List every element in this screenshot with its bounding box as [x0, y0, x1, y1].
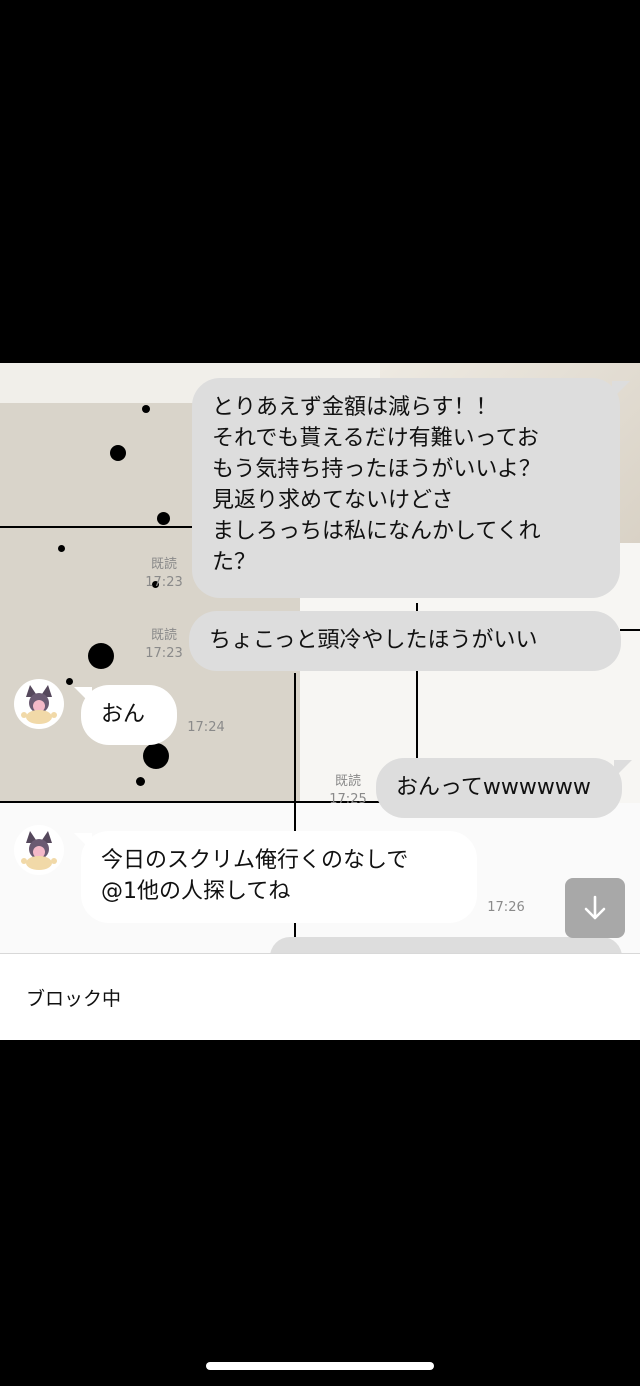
message-bubble-incoming[interactable]: おん: [81, 685, 177, 745]
avatar-icon: [15, 826, 63, 874]
timestamp: 17:26: [487, 900, 525, 915]
message-meta: 既読 17:25: [322, 773, 374, 809]
wallpaper-dot: [142, 405, 150, 413]
read-receipt: 既読: [150, 628, 177, 643]
message-bubble-outgoing[interactable]: おんってwwwwww: [376, 758, 622, 818]
message-bubble-outgoing[interactable]: ちょこっと頭冷やしたほうがいい: [189, 611, 621, 671]
message-bubble-incoming[interactable]: 今日のスクリム俺行くのなしで @1他の人探してね: [81, 831, 477, 923]
timestamp: 17:23: [145, 575, 183, 590]
wallpaper-line: [620, 629, 640, 631]
blocked-footer: ブロック中: [0, 953, 640, 1040]
character-avatar[interactable]: [14, 825, 64, 875]
arrow-down-icon: [584, 895, 606, 920]
avatar-icon: [15, 680, 63, 728]
chat-area[interactable]: 既読 17:23 とりあえず金額は減らす！！ それでも貰えるだけ有難いってお も…: [0, 363, 640, 953]
read-receipt: 既読: [150, 557, 177, 572]
timestamp: 17:24: [187, 720, 225, 735]
timestamp: 17:23: [145, 646, 183, 661]
blocked-label: ブロック中: [26, 988, 122, 1010]
wallpaper-dot: [157, 512, 170, 525]
wallpaper-dot: [88, 643, 114, 669]
message-bubble-outgoing[interactable]: とりあえず金額は減らす！！ それでも貰えるだけ有難いってお もう気持ち持ったほう…: [192, 378, 620, 598]
wallpaper-dot: [136, 777, 145, 786]
message-meta: 既読 17:23: [138, 556, 190, 592]
wallpaper-line: [0, 526, 200, 528]
read-receipt: 既読: [334, 774, 361, 789]
wallpaper-dot: [58, 545, 65, 552]
scroll-to-bottom-button[interactable]: [565, 878, 625, 938]
wallpaper-dot: [66, 678, 73, 685]
character-avatar[interactable]: [14, 679, 64, 729]
timestamp: 17:25: [329, 792, 367, 807]
wallpaper-dot: [110, 445, 126, 461]
message-bubble-partial[interactable]: [270, 937, 622, 953]
message-meta: 既読 17:23: [138, 627, 190, 663]
home-indicator[interactable]: [206, 1362, 434, 1370]
wallpaper-dot: [143, 743, 169, 769]
